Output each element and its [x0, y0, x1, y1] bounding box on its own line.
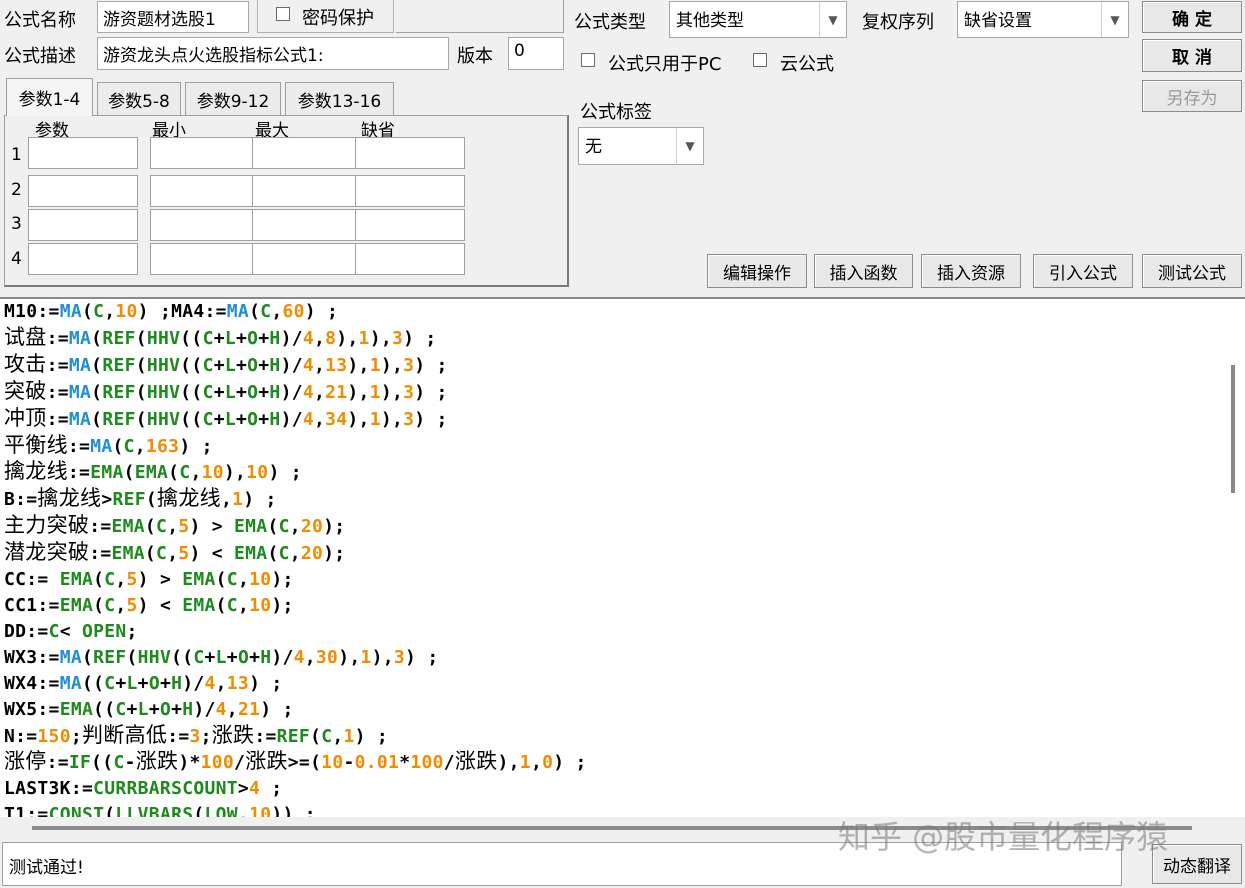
param-cell[interactable]: [252, 137, 362, 169]
code-line: 潜龙突破:=EMA(C,5) < EMA(C,20);: [4, 540, 346, 565]
tab-params-9-12[interactable]: 参数9-12: [185, 82, 281, 116]
name-field[interactable]: 游资题材选股1: [97, 1, 249, 33]
cloud-label: 云公式: [780, 54, 834, 75]
code-line: DD:=C< OPEN;: [4, 620, 138, 642]
param-cell[interactable]: [252, 243, 362, 275]
code-line: WX3:=MA(REF(HHV((C+L+O+H)/4,30),1),3) ;: [4, 646, 439, 668]
password-label: 密码保护: [302, 8, 374, 29]
param-cell[interactable]: [355, 137, 465, 169]
desc-field[interactable]: 游资龙头点火选股指标公式1:: [97, 37, 449, 70]
code-line: 攻击:=MA(REF(HHV((C+L+O+H)/4,13),1),3) ;: [4, 351, 448, 376]
version-field[interactable]: 0: [508, 37, 564, 70]
param-cell[interactable]: [252, 209, 362, 241]
top-right-divider: [563, 0, 564, 33]
insert-res-button[interactable]: 插入资源: [921, 254, 1021, 288]
param-cell[interactable]: [28, 175, 138, 207]
rights-select[interactable]: 缺省设置 ▼: [957, 1, 1129, 38]
code-line: WX5:=EMA((C+L+O+H)/4,21) ;: [4, 698, 294, 720]
vertical-scrollbar[interactable]: [1231, 365, 1235, 493]
param-cell[interactable]: [28, 209, 138, 241]
code-line: N:=150;判断高低:=3;涨跌:=REF(C,1) ;: [4, 722, 389, 747]
param-cell[interactable]: [28, 243, 138, 275]
insert-func-button[interactable]: 插入函数: [814, 254, 913, 288]
password-checkbox[interactable]: [276, 7, 290, 21]
code-text[interactable]: M10:=MA(C,10) ;MA4:=MA(C,60) ; 试盘:=MA(REF…: [4, 299, 587, 817]
row-number: 3: [11, 214, 22, 234]
param-cell[interactable]: [150, 175, 260, 207]
rights-label: 复权序列: [862, 12, 934, 33]
save-as-button[interactable]: 另存为: [1142, 80, 1242, 112]
row-number: 1: [11, 145, 22, 165]
param-cell[interactable]: [150, 243, 260, 275]
version-label: 版本: [457, 46, 493, 67]
code-line: 主力突破:=EMA(C,5) > EMA(C,20);: [4, 513, 346, 538]
chevron-down-icon[interactable]: ▼: [819, 2, 846, 37]
code-line: 擒龙线:=EMA(EMA(C,10),10) ;: [4, 459, 302, 484]
tab-params-1-4[interactable]: 参数1-4: [6, 78, 93, 116]
tag-select-value: 无: [585, 137, 602, 157]
param-cell[interactable]: [355, 209, 465, 241]
code-line: 突破:=MA(REF(HHV((C+L+O+H)/4,21),1),3) ;: [4, 378, 448, 403]
code-line: M10:=MA(C,10) ;MA4:=MA(C,60) ;: [4, 301, 339, 322]
code-line: 试盘:=MA(REF(HHV((C+L+O+H)/4,8),1),3) ;: [4, 324, 437, 349]
rights-select-value: 缺省设置: [964, 11, 1032, 31]
param-cell[interactable]: [150, 209, 260, 241]
tab-params-5-8[interactable]: 参数5-8: [97, 82, 181, 116]
code-line: T1:=CONST(LLVBARS(LOW,10)) ;: [4, 804, 316, 817]
desc-label: 公式描述: [4, 46, 76, 67]
import-formula-button[interactable]: 引入公式: [1033, 254, 1133, 288]
code-line: 涨停:=IF((C-涨跌)*100/涨跌>=(10-0.01*100/涨跌),1…: [4, 749, 587, 774]
code-line: CC:= EMA(C,5) > EMA(C,10);: [4, 569, 294, 591]
param-cell[interactable]: [252, 175, 362, 207]
name-label: 公式名称: [4, 10, 76, 31]
type-select[interactable]: 其他类型 ▼: [669, 1, 847, 38]
type-label: 公式类型: [574, 12, 646, 33]
edit-ops-button[interactable]: 编辑操作: [707, 254, 807, 288]
code-line: B:=擒龙线>REF(擒龙线,1) ;: [4, 486, 277, 511]
code-line: 冲顶:=MA(REF(HHV((C+L+O+H)/4,34),1),3) ;: [4, 405, 448, 430]
pc-only-checkbox[interactable]: [581, 53, 595, 67]
param-cell[interactable]: [355, 175, 465, 207]
code-editor[interactable]: M10:=MA(C,10) ;MA4:=MA(C,60) ; 试盘:=MA(REF…: [0, 297, 1245, 817]
code-line: WX4:=MA((C+L+O+H)/4,13) ;: [4, 672, 283, 694]
row-number: 4: [11, 249, 22, 269]
code-line: 平衡线:=MA(C,163) ;: [4, 432, 213, 457]
test-formula-button[interactable]: 测试公式: [1142, 254, 1242, 288]
code-line: LAST3K:=CURRBARSCOUNT>4 ;: [4, 778, 283, 800]
chevron-down-icon[interactable]: ▼: [1101, 2, 1128, 37]
pc-only-label: 公式只用于PC: [608, 54, 722, 75]
tab-params-13-16[interactable]: 参数13-16: [285, 82, 394, 116]
param-cell[interactable]: [28, 137, 138, 169]
param-cell[interactable]: [150, 137, 260, 169]
cloud-checkbox[interactable]: [753, 53, 767, 67]
ok-button[interactable]: 确 定: [1142, 1, 1242, 33]
tag-select[interactable]: 无 ▼: [578, 127, 704, 165]
param-cell[interactable]: [355, 243, 465, 275]
code-line: CC1:=EMA(C,5) < EMA(C,10);: [4, 594, 294, 616]
cancel-button[interactable]: 取 消: [1142, 39, 1242, 72]
tag-label: 公式标签: [580, 102, 652, 123]
chevron-down-icon[interactable]: ▼: [676, 128, 703, 164]
top-divider: [396, 32, 564, 33]
row-number: 2: [11, 180, 22, 200]
type-select-value: 其他类型: [676, 11, 744, 31]
watermark: 知乎 @股市量化程序猿: [838, 818, 1169, 856]
